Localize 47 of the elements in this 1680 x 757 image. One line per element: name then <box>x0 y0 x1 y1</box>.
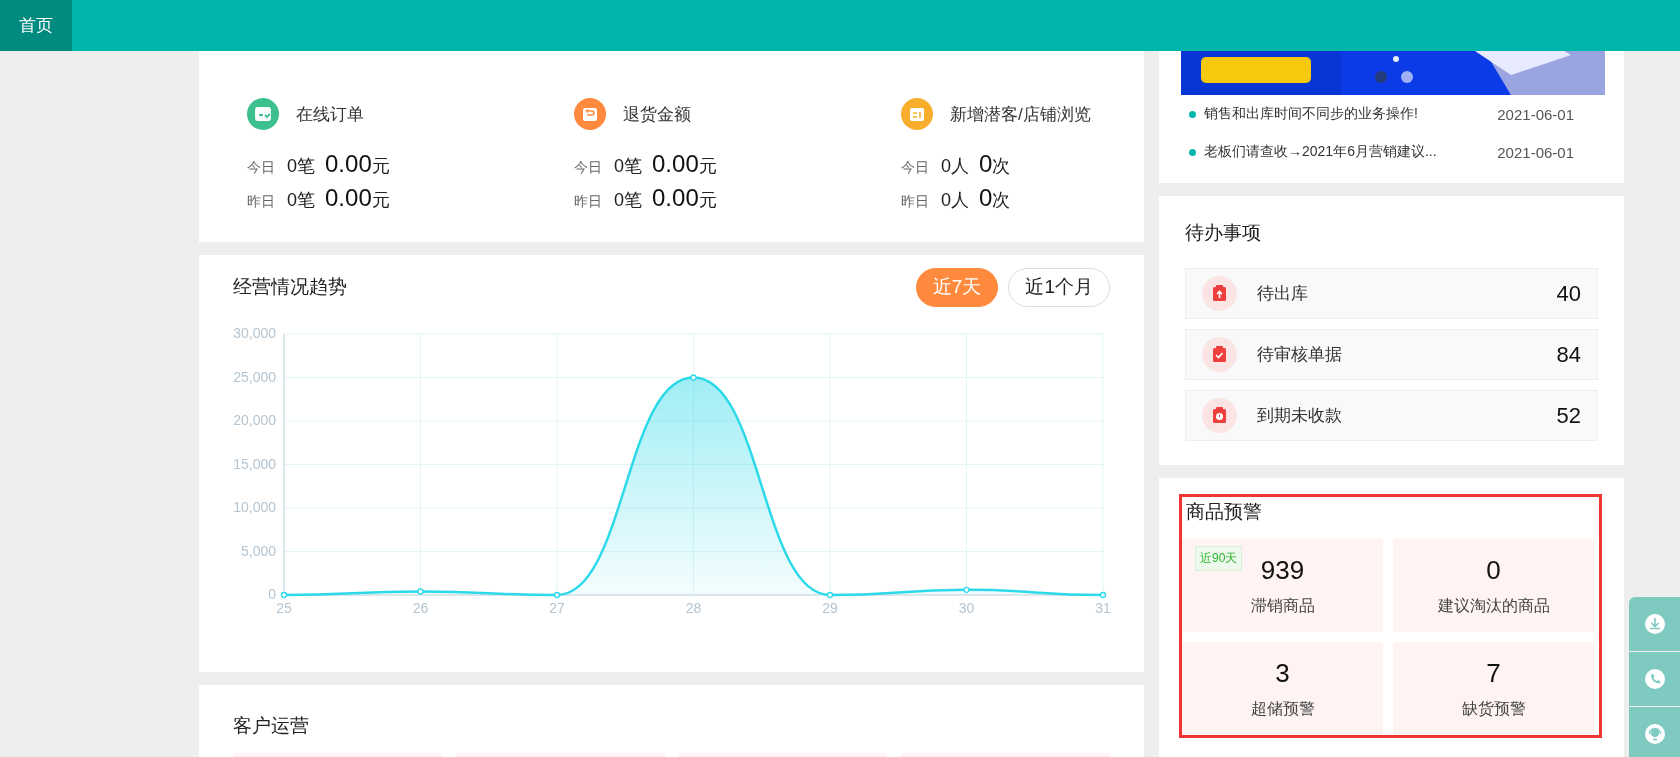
x-tick-label: 29 <box>822 600 838 616</box>
y-tick-label: 25,000 <box>233 368 276 385</box>
card-title: 经营情况趋势 <box>233 275 347 299</box>
y-tick-label: 10,000 <box>233 499 276 515</box>
count-value: 0笔 <box>287 155 315 178</box>
count-value: 0笔 <box>614 189 642 212</box>
amount-value: 0.00 <box>325 150 372 178</box>
metric-label: 退货金额 <box>623 103 691 126</box>
amount-unit: 元 <box>698 155 717 178</box>
count-value: 0人 <box>941 155 969 178</box>
amount-value: 0.00 <box>652 184 699 212</box>
amount-value: 0 <box>979 184 993 212</box>
amount-value: 0.00 <box>652 150 699 178</box>
x-tick-label: 28 <box>685 600 702 616</box>
count-value: 0笔 <box>287 189 315 212</box>
day-label: 昨日 <box>247 193 276 211</box>
day-label: 今日 <box>901 159 930 177</box>
x-tick-label: 26 <box>412 600 429 616</box>
x-tick-label: 27 <box>549 600 565 616</box>
amount-unit: 次 <box>992 156 1011 178</box>
card-title: 客户运营 <box>233 715 309 736</box>
y-tick-label: 20,000 <box>233 412 276 428</box>
amount-unit: 元 <box>371 189 390 212</box>
card-title: 待办事项 <box>1185 221 1262 245</box>
y-tick-label: 5,000 <box>240 542 276 559</box>
count-value: 0笔 <box>614 155 642 178</box>
metric-label: 新增潜客/店铺浏览 <box>950 103 1091 126</box>
amount-unit: 次 <box>992 190 1011 212</box>
y-tick-label: 0 <box>268 586 276 602</box>
metric-label: 在线订单 <box>296 103 364 126</box>
day-label: 今日 <box>247 159 276 177</box>
x-tick-label: 31 <box>1095 600 1111 616</box>
day-label: 昨日 <box>574 193 603 211</box>
day-label: 今日 <box>574 159 603 177</box>
count-value: 0人 <box>941 189 969 212</box>
card-title: 商品预警 <box>1185 500 1263 524</box>
y-tick-label: 15,000 <box>233 455 276 472</box>
day-label: 昨日 <box>901 193 930 211</box>
y-tick-label: 30,000 <box>233 325 276 341</box>
x-tick-label: 25 <box>276 600 292 616</box>
amount-unit: 元 <box>698 189 717 212</box>
news-date: 2021-06-01 <box>1497 143 1574 161</box>
amount-value: 0 <box>979 150 993 178</box>
amount-unit: 元 <box>371 155 390 178</box>
x-tick-label: 30 <box>958 600 975 616</box>
news-date: 2021-06-01 <box>1497 105 1574 123</box>
amount-value: 0.00 <box>325 184 372 212</box>
